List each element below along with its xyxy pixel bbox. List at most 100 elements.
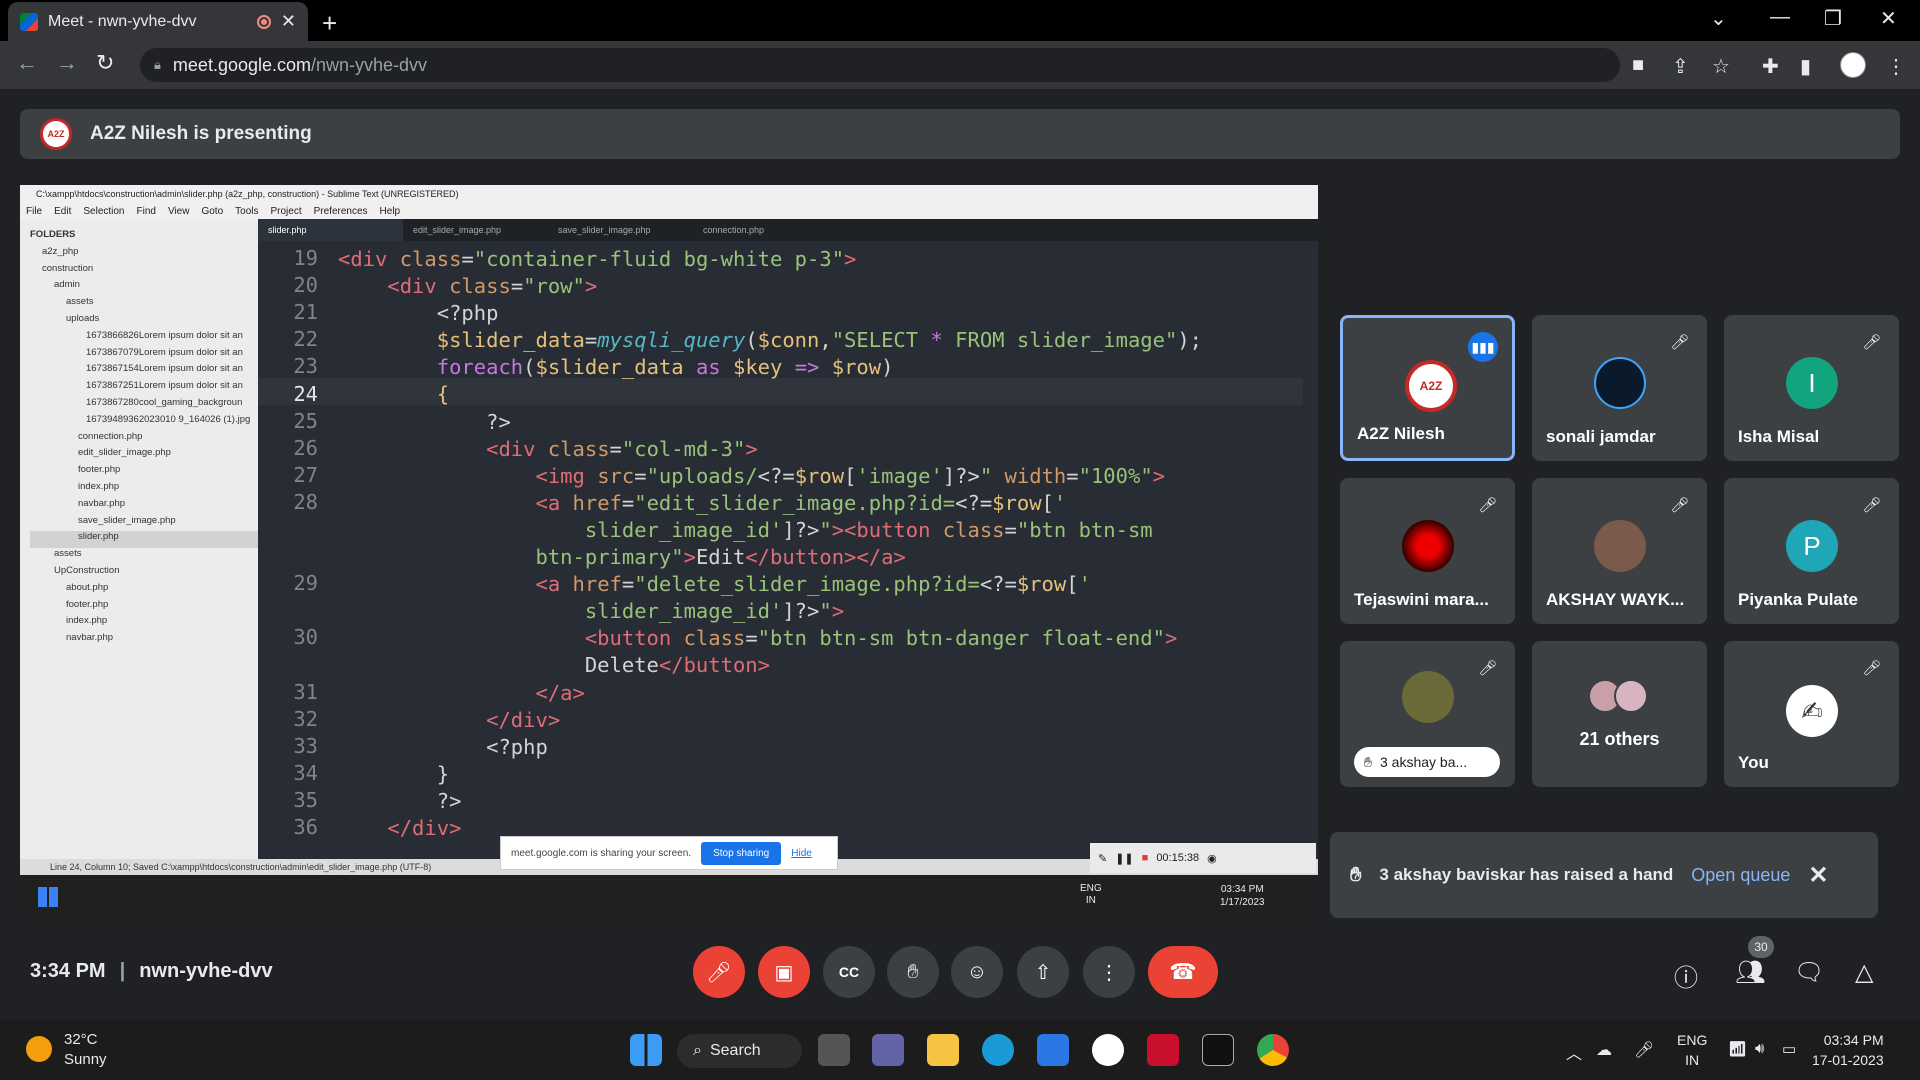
weather-widget[interactable]: 32°C Sunny [64,1030,107,1070]
mcafee-icon[interactable] [1147,1034,1179,1066]
participant-name: A2Z Nilesh [1357,424,1445,443]
back-icon[interactable]: ← [16,50,38,76]
meeting-info: 3:34 PM | nwn-yvhe-dvv [30,960,273,983]
meeting-time: 3:34 PM [30,960,106,982]
avatar [1594,520,1646,572]
people-icon[interactable]: 👥︎ [1735,958,1765,987]
tree-item: about.php [66,581,109,593]
more-options-button[interactable]: ⋮ [1083,946,1135,998]
side-panel-icon[interactable]: ▮ [1800,54,1811,79]
windows-logo-icon [38,887,58,907]
participant-tile[interactable]: 🎤︎ Tejaswini mara... [1340,478,1515,624]
battery-icon[interactable]: ▭ [1782,1040,1796,1058]
onedrive-icon[interactable]: ☁ [1596,1040,1612,1060]
notification-text: 3 akshay baviskar has raised a hand [1379,865,1674,884]
tree-item: connection.php [78,430,143,442]
captions-button[interactable]: CC [823,946,875,998]
inner-clock-time: 03:34 PM [1220,884,1264,895]
line-number: 27 [293,462,318,487]
wifi-icon[interactable]: 📶︎ [1728,1040,1747,1058]
close-window-icon[interactable]: ✕ [1880,6,1897,31]
menu-item: Project [270,205,302,217]
activities-icon[interactable]: △ [1855,958,1873,987]
tab-search-icon[interactable]: ⌄ [1710,6,1727,31]
app-icon[interactable] [1092,1034,1124,1066]
menu-item: Selection [83,205,125,217]
line-number: 36 [293,815,318,840]
task-view-icon[interactable] [818,1034,850,1066]
edge-icon[interactable] [982,1034,1014,1066]
tree-item: a2z_php [42,245,79,257]
extensions-icon[interactable]: ✚ [1762,54,1779,79]
meeting-details-icon[interactable]: ⓘ [1674,958,1698,993]
chrome-menu-icon[interactable]: ⋮ [1886,54,1906,79]
end-call-icon: ☎︎ [1169,959,1197,984]
mic-off-button[interactable]: 🎤︎ [693,946,745,998]
hide-link: Hide [791,847,812,859]
participant-name: AKSHAY WAYK... [1546,590,1685,609]
mic-tray-icon[interactable]: 🎤︎ [1634,1040,1654,1060]
code-editor: 19 20 21 22 23 24 25 26 27 28 29 30 31 32 33 34 35 36 <di… [258,241,1318,859]
present-icon: ⇧ [1034,961,1052,984]
forward-icon[interactable]: → [56,50,78,76]
line-number: 32 [293,706,318,731]
presenting-text: A2Z Nilesh is presenting [90,123,312,144]
participant-tile-self[interactable]: ✍︎ 🎤︎ You [1724,641,1899,787]
bookmark-star-icon[interactable]: ☆ [1712,54,1730,79]
raise-hand-button[interactable]: ✋︎ [887,946,939,998]
sharing-message: meet.google.com is sharing your screen. [511,847,692,859]
address-bar[interactable]: 🔒︎ meet.google.com/nwn-yvhe-dvv [140,48,1620,82]
profile-avatar[interactable] [1840,52,1866,78]
tree-item: 1673867079Lorem ipsum dolor sit an [86,346,243,358]
system-clock[interactable]: 03:34 PM 17-01-2023 [1812,1030,1884,1070]
teams-icon[interactable] [872,1034,904,1066]
new-tab-icon[interactable]: + [322,8,337,39]
tree-item: construction [42,262,94,274]
close-icon[interactable]: ✕ [1808,861,1828,890]
file-explorer-icon[interactable] [927,1034,959,1066]
pause-icon: ❚❚ [1115,852,1134,865]
store-icon[interactable] [1037,1034,1069,1066]
participant-tile[interactable]: A2Z ▮▮▮ A2Z Nilesh [1340,315,1515,461]
browser-tab[interactable]: Meet - nwn-yvhe-dvv ✕ [8,2,308,41]
participant-tile[interactable]: P 🎤︎ Piyanka Pulate [1724,478,1899,624]
tree-item: save_slider_image.php [78,514,176,526]
restore-icon[interactable]: ❐ [1824,6,1842,31]
participant-tile[interactable]: I 🎤︎ Isha Misal [1724,315,1899,461]
tree-item: 1673867154Lorem ipsum dolor sit an [86,363,243,375]
terminal-icon[interactable] [1202,1034,1234,1066]
chrome-taskbar-icon[interactable] [1257,1034,1289,1066]
leave-call-button[interactable]: ☎︎ [1148,946,1218,998]
others-tile[interactable]: 21 others [1532,641,1707,787]
minimize-icon[interactable]: — [1770,6,1790,29]
reload-icon[interactable]: ↻ [96,50,114,76]
tray-chevron-icon[interactable]: ︿ [1566,1040,1582,1064]
camera-off-button[interactable]: ▣ [758,946,810,998]
share-icon[interactable]: ⇪ [1672,54,1689,79]
participant-tile[interactable]: 🎤︎ sonali jamdar [1532,315,1707,461]
close-tab-icon[interactable]: ✕ [281,11,296,32]
camera-icon[interactable]: ■ [1632,54,1644,77]
reactions-button[interactable]: ☺ [951,946,1003,998]
participant-tile[interactable]: 🎤︎ AKSHAY WAYK... [1532,478,1707,624]
open-queue-button[interactable]: Open queue [1691,865,1790,886]
avatar: P [1786,520,1838,572]
language-indicator[interactable]: ENG IN [1677,1030,1707,1070]
sun-icon [26,1036,52,1062]
chat-icon[interactable]: 🗨︎ [1794,958,1824,987]
line-number: 29 [293,571,318,596]
search-label: Search [709,1042,761,1059]
participant-tile[interactable]: 🎤︎ ✋︎ 3 akshay ba... [1340,641,1515,787]
menu-item: Edit [54,205,72,217]
tree-item: footer.php [78,464,121,476]
captions-icon: CC [838,964,860,980]
start-icon[interactable] [630,1034,662,1066]
line-number: 19 [293,246,318,270]
meeting-code: nwn-yvhe-dvv [139,960,273,982]
present-button[interactable]: ⇧ [1017,946,1069,998]
volume-icon[interactable]: 🔊︎ [1755,1040,1764,1057]
tree-item: uploads [66,312,100,324]
avatar: I [1786,357,1838,409]
line-number: 33 [293,733,318,758]
taskbar-search[interactable]: ⌕ Search [677,1034,802,1068]
